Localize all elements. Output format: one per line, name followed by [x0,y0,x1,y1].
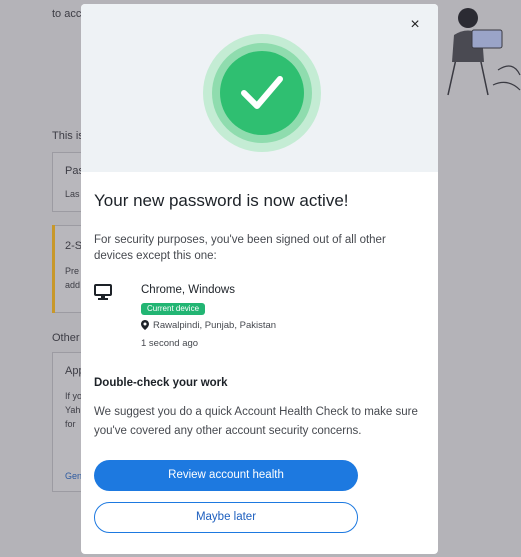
warning-bar [52,225,55,313]
device-location: Rawalpindi, Punjab, Pakistan [153,320,277,331]
device-name: Chrome, Windows [141,284,235,296]
background-card-text: add [65,280,81,290]
password-changed-dialog: × Your new password is now active! For s… [81,4,438,554]
dialog-header [81,4,438,172]
success-badge [203,34,321,152]
maybe-later-button[interactable]: Maybe later [94,502,358,533]
device-last-active: 1 second ago [141,338,199,349]
background-section-title: This is [52,130,84,142]
background-card-title: 2-S [65,240,83,252]
success-badge-ring [212,43,312,143]
background-card-text: If yo [65,391,83,401]
current-device-badge: Current device [141,303,206,315]
review-account-health-button[interactable]: Review account health [94,460,358,491]
dialog-title: Your new password is now active! [94,191,349,210]
background-text: to acc [52,8,82,20]
background-link: Gen [65,471,83,481]
monitor-icon [94,284,112,300]
checkmark-icon [241,76,283,109]
dialog-description: For security purposes, you've been signe… [94,234,386,262]
double-check-text: We suggest you do a quick Account Health… [94,406,418,437]
success-badge-circle [220,51,304,135]
background-card-text: Las [65,189,80,199]
close-icon[interactable]: × [406,16,424,34]
person-illustration [447,8,521,96]
background-card-text: Yah [65,405,81,415]
background-section-title: Other [52,332,80,344]
location-pin-icon [141,320,149,330]
background-card-text: for [65,419,76,429]
double-check-heading: Double-check your work [94,377,228,389]
background-card-text: Pre [65,266,80,276]
